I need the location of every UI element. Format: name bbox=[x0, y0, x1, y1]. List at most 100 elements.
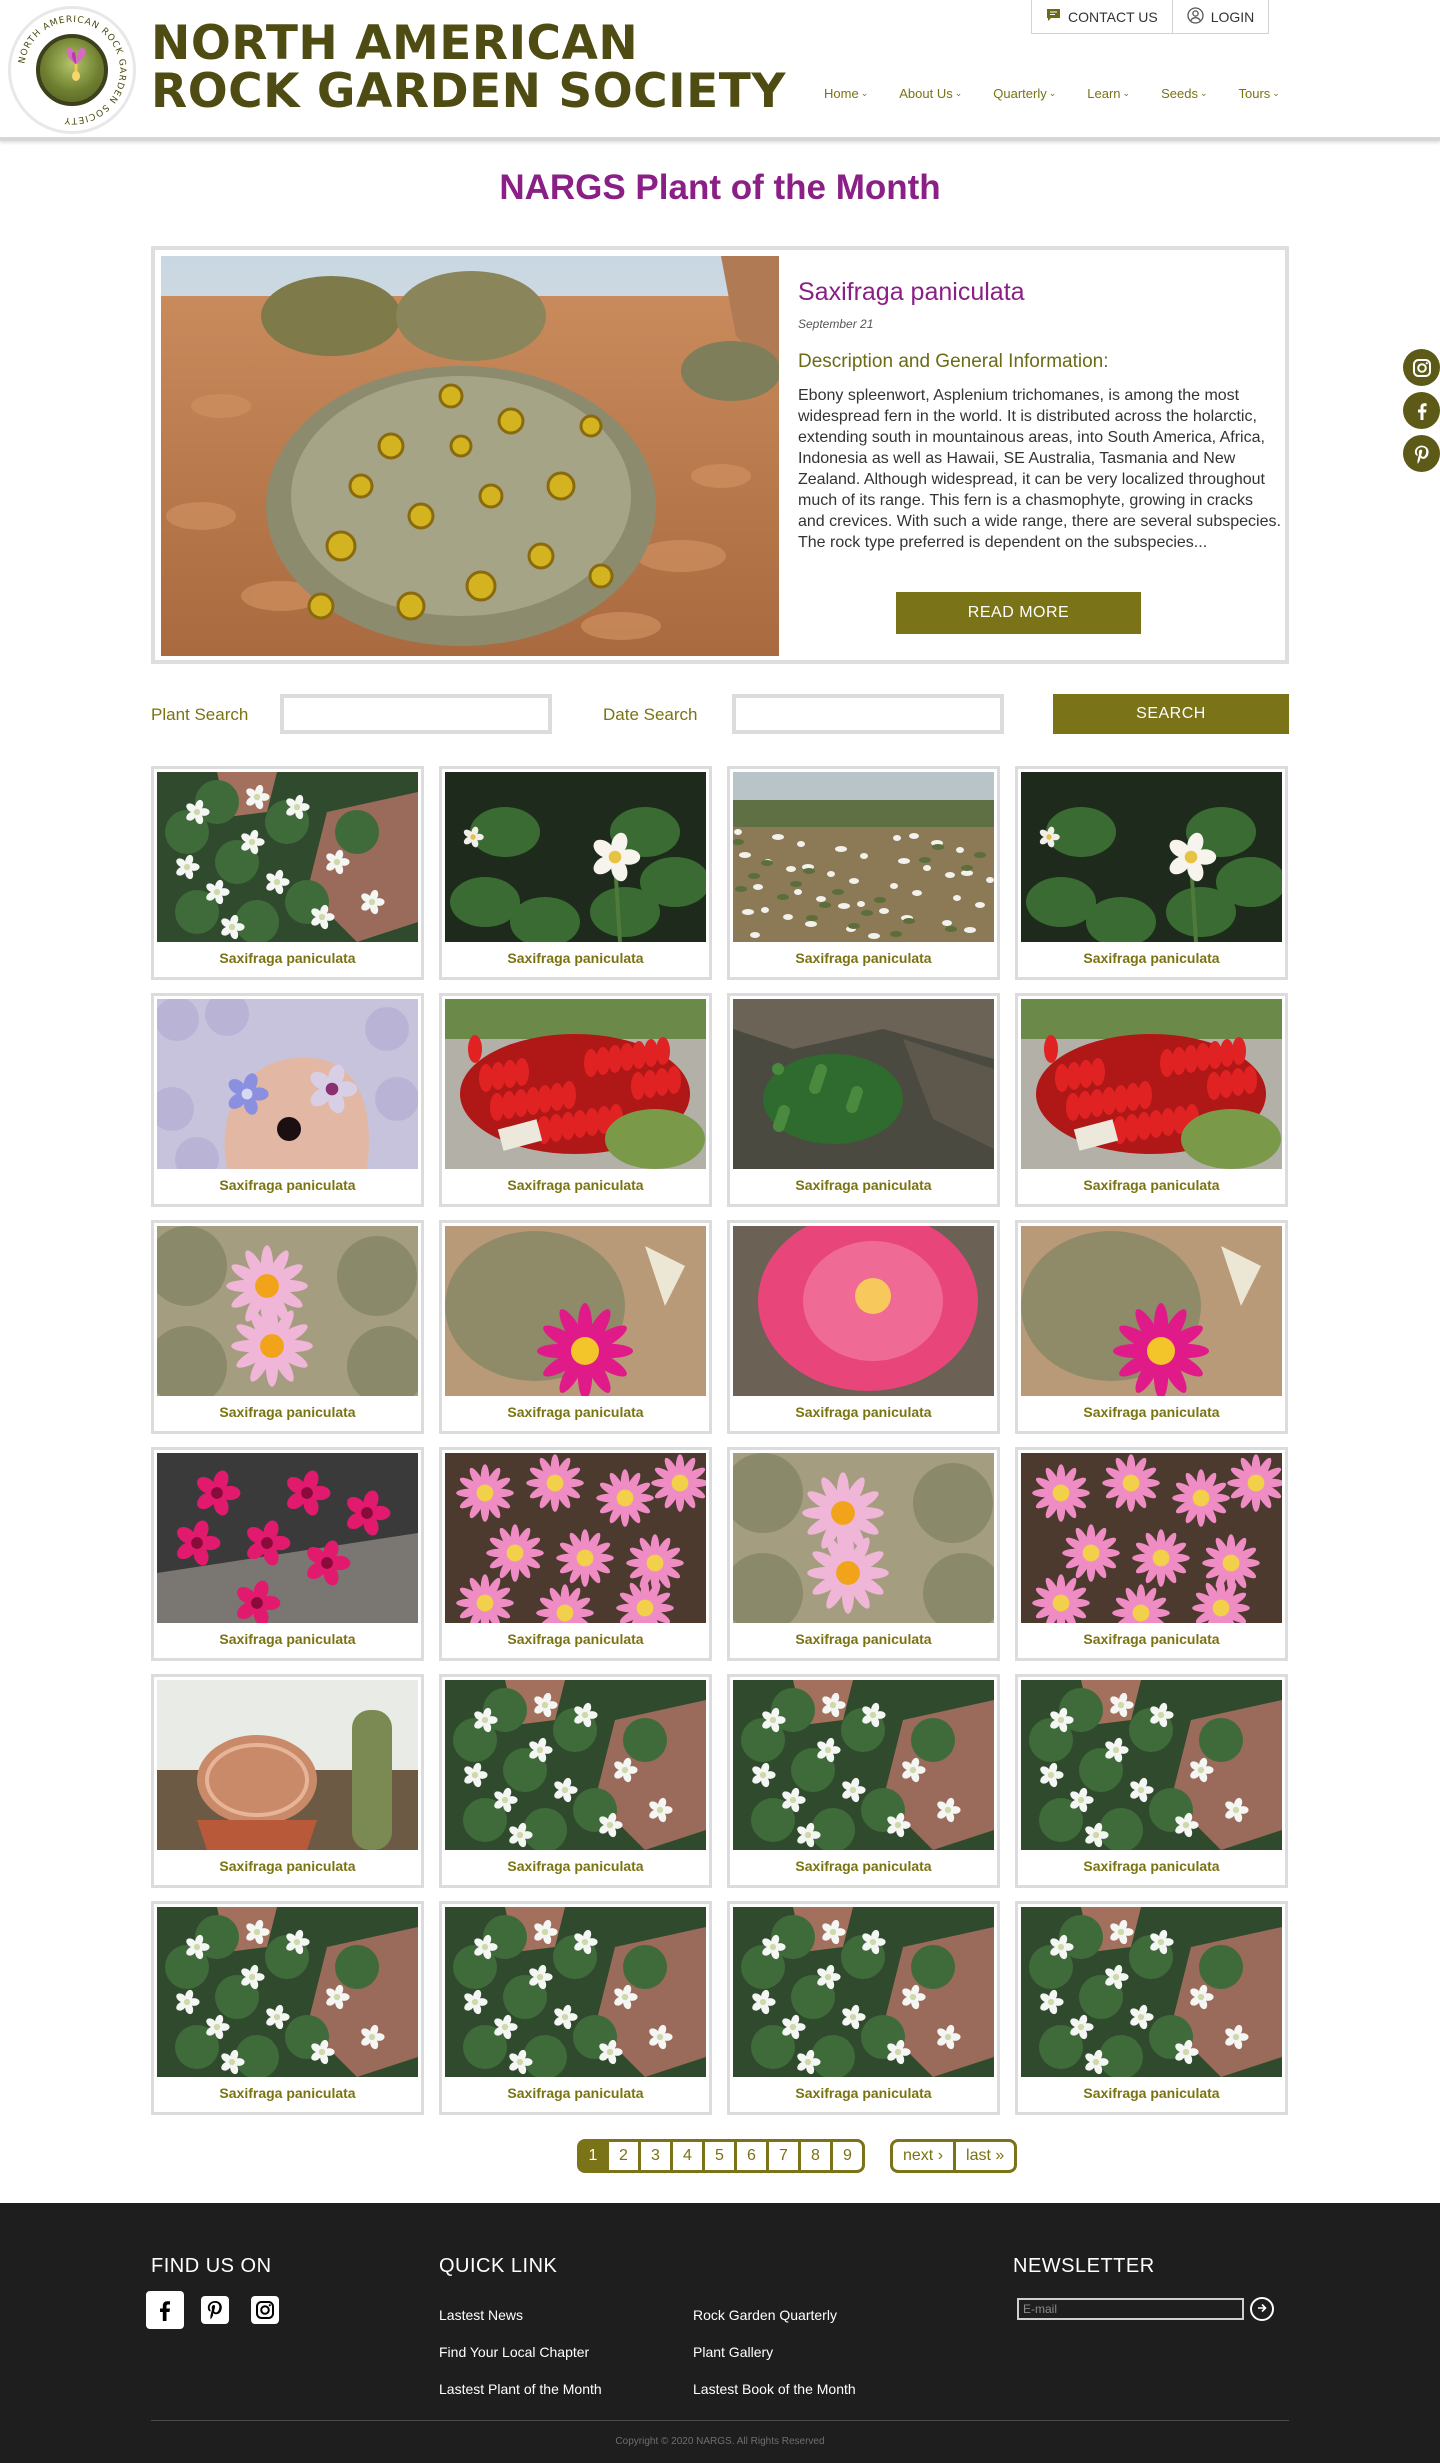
facebook-icon[interactable] bbox=[1403, 392, 1440, 429]
nav-item-home[interactable]: Home ⌄ bbox=[824, 86, 868, 101]
plant-thumbnail[interactable] bbox=[157, 999, 418, 1169]
plant-thumbnail[interactable] bbox=[733, 999, 994, 1169]
plant-card[interactable]: Saxifraga paniculata bbox=[727, 1447, 1000, 1661]
plant-thumbnail[interactable] bbox=[445, 1680, 706, 1850]
plant-card-label[interactable]: Saxifraga paniculata bbox=[1018, 2085, 1285, 2101]
pinterest-icon[interactable] bbox=[196, 2291, 234, 2329]
plant-card-label[interactable]: Saxifraga paniculata bbox=[442, 1404, 709, 1420]
plant-thumbnail[interactable] bbox=[733, 1680, 994, 1850]
plant-card-label[interactable]: Saxifraga paniculata bbox=[730, 1177, 997, 1193]
page-button[interactable]: 3 bbox=[641, 2139, 673, 2173]
page-button[interactable]: 8 bbox=[801, 2139, 833, 2173]
footer-link[interactable]: Lastest Plant of the Month bbox=[439, 2381, 602, 2397]
plant-card-label[interactable]: Saxifraga paniculata bbox=[442, 2085, 709, 2101]
plant-thumbnail[interactable] bbox=[445, 999, 706, 1169]
read-more-button[interactable]: READ MORE bbox=[896, 592, 1141, 634]
featured-plant-image[interactable] bbox=[161, 256, 779, 656]
footer-link[interactable]: Find Your Local Chapter bbox=[439, 2344, 589, 2360]
plant-card[interactable]: Saxifraga paniculata bbox=[727, 1674, 1000, 1888]
plant-card[interactable]: Saxifraga paniculata bbox=[439, 1901, 712, 2115]
page-button[interactable]: 9 bbox=[833, 2139, 865, 2173]
plant-card-label[interactable]: Saxifraga paniculata bbox=[154, 2085, 421, 2101]
page-button-current[interactable]: 1 bbox=[577, 2139, 609, 2173]
plant-card[interactable]: Saxifraga paniculata bbox=[439, 766, 712, 980]
plant-card-label[interactable]: Saxifraga paniculata bbox=[154, 1404, 421, 1420]
plant-thumbnail[interactable] bbox=[445, 1226, 706, 1396]
plant-card-label[interactable]: Saxifraga paniculata bbox=[1018, 1631, 1285, 1647]
plant-card[interactable]: Saxifraga paniculata bbox=[151, 1674, 424, 1888]
page-button[interactable]: 2 bbox=[609, 2139, 641, 2173]
plant-card-label[interactable]: Saxifraga paniculata bbox=[154, 950, 421, 966]
plant-card-label[interactable]: Saxifraga paniculata bbox=[1018, 1404, 1285, 1420]
nav-item-tours[interactable]: Tours ⌄ bbox=[1239, 86, 1280, 101]
login-button[interactable]: LOGIN bbox=[1171, 0, 1269, 33]
plant-card[interactable]: Saxifraga paniculata bbox=[439, 1447, 712, 1661]
site-title[interactable]: NORTH AMERICAN ROCK GARDEN SOCIETY bbox=[151, 20, 786, 116]
plant-card[interactable]: Saxifraga paniculata bbox=[151, 1220, 424, 1434]
plant-card-label[interactable]: Saxifraga paniculata bbox=[154, 1631, 421, 1647]
plant-card[interactable]: Saxifraga paniculata bbox=[727, 1220, 1000, 1434]
footer-link[interactable]: Lastest News bbox=[439, 2307, 523, 2323]
plant-thumbnail[interactable] bbox=[733, 1907, 994, 2077]
plant-card[interactable]: Saxifraga paniculata bbox=[1015, 1674, 1288, 1888]
nav-item-seeds[interactable]: Seeds ⌄ bbox=[1161, 86, 1207, 101]
search-button[interactable]: SEARCH bbox=[1053, 694, 1289, 734]
plant-thumbnail[interactable] bbox=[1021, 1226, 1282, 1396]
plant-card-label[interactable]: Saxifraga paniculata bbox=[442, 1858, 709, 1874]
pinterest-icon[interactable] bbox=[1403, 435, 1440, 472]
plant-thumbnail[interactable] bbox=[1021, 1453, 1282, 1623]
plant-card[interactable]: Saxifraga paniculata bbox=[1015, 1220, 1288, 1434]
page-button[interactable]: 7 bbox=[769, 2139, 801, 2173]
plant-thumbnail[interactable] bbox=[157, 1453, 418, 1623]
plant-card[interactable]: Saxifraga paniculata bbox=[151, 1447, 424, 1661]
footer-link[interactable]: Plant Gallery bbox=[693, 2344, 773, 2360]
plant-card[interactable]: Saxifraga paniculata bbox=[727, 1901, 1000, 2115]
nav-item-learn[interactable]: Learn ⌄ bbox=[1087, 86, 1130, 101]
date-search-input[interactable] bbox=[732, 694, 1004, 734]
plant-thumbnail[interactable] bbox=[733, 1453, 994, 1623]
plant-card[interactable]: Saxifraga paniculata bbox=[1015, 1901, 1288, 2115]
plant-card-label[interactable]: Saxifraga paniculata bbox=[154, 1177, 421, 1193]
plant-thumbnail[interactable] bbox=[445, 772, 706, 942]
plant-thumbnail[interactable] bbox=[157, 772, 418, 942]
plant-card-label[interactable]: Saxifraga paniculata bbox=[730, 1404, 997, 1420]
plant-card[interactable]: Saxifraga paniculata bbox=[1015, 766, 1288, 980]
page-button[interactable]: 6 bbox=[737, 2139, 769, 2173]
plant-card-label[interactable]: Saxifraga paniculata bbox=[730, 1631, 997, 1647]
plant-thumbnail[interactable] bbox=[733, 772, 994, 942]
plant-card[interactable]: Saxifraga paniculata bbox=[727, 766, 1000, 980]
plant-card-label[interactable]: Saxifraga paniculata bbox=[1018, 1177, 1285, 1193]
plant-card[interactable]: Saxifraga paniculata bbox=[151, 766, 424, 980]
plant-thumbnail[interactable] bbox=[445, 1907, 706, 2077]
next-page-button[interactable]: next › bbox=[890, 2139, 957, 2173]
plant-card[interactable]: Saxifraga paniculata bbox=[1015, 1447, 1288, 1661]
plant-thumbnail[interactable] bbox=[733, 1226, 994, 1396]
plant-card-label[interactable]: Saxifraga paniculata bbox=[730, 950, 997, 966]
featured-plant-name[interactable]: Saxifraga paniculata bbox=[798, 278, 1284, 307]
footer-link[interactable]: Rock Garden Quarterly bbox=[693, 2307, 837, 2323]
plant-thumbnail[interactable] bbox=[157, 1226, 418, 1396]
plant-card-label[interactable]: Saxifraga paniculata bbox=[1018, 950, 1285, 966]
plant-card-label[interactable]: Saxifraga paniculata bbox=[730, 1858, 997, 1874]
page-button[interactable]: 4 bbox=[673, 2139, 705, 2173]
newsletter-submit-button[interactable] bbox=[1250, 2297, 1274, 2321]
plant-thumbnail[interactable] bbox=[1021, 772, 1282, 942]
plant-card[interactable]: Saxifraga paniculata bbox=[439, 1220, 712, 1434]
plant-search-input[interactable] bbox=[280, 694, 552, 734]
contact-us-button[interactable]: CONTACT US bbox=[1032, 0, 1172, 33]
plant-thumbnail[interactable] bbox=[1021, 999, 1282, 1169]
plant-card-label[interactable]: Saxifraga paniculata bbox=[442, 1631, 709, 1647]
plant-thumbnail[interactable] bbox=[445, 1453, 706, 1623]
footer-link[interactable]: Lastest Book of the Month bbox=[693, 2381, 856, 2397]
plant-thumbnail[interactable] bbox=[157, 1680, 418, 1850]
plant-card[interactable]: Saxifraga paniculata bbox=[439, 993, 712, 1207]
instagram-icon[interactable] bbox=[246, 2291, 284, 2329]
facebook-icon[interactable] bbox=[146, 2291, 184, 2329]
plant-card[interactable]: Saxifraga paniculata bbox=[727, 993, 1000, 1207]
plant-card[interactable]: Saxifraga paniculata bbox=[151, 993, 424, 1207]
instagram-icon[interactable] bbox=[1403, 349, 1440, 386]
plant-card-label[interactable]: Saxifraga paniculata bbox=[730, 2085, 997, 2101]
plant-card-label[interactable]: Saxifraga paniculata bbox=[442, 1177, 709, 1193]
plant-card[interactable]: Saxifraga paniculata bbox=[1015, 993, 1288, 1207]
nav-item-quarterly[interactable]: Quarterly ⌄ bbox=[993, 86, 1056, 101]
